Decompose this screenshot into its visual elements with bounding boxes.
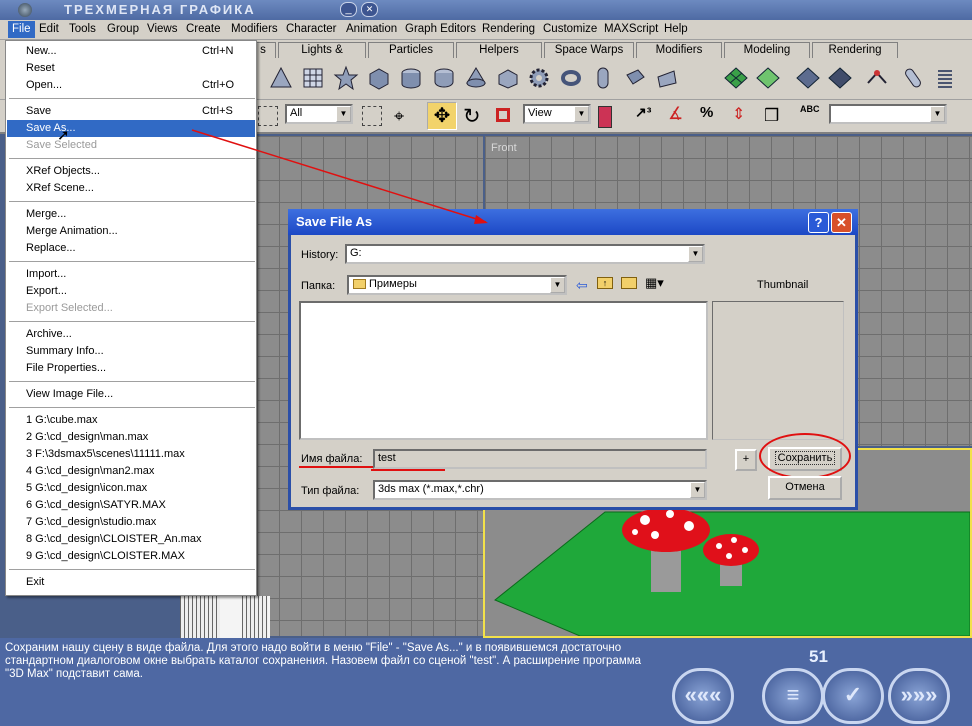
- contents-button[interactable]: ≡: [762, 668, 824, 724]
- page-number: 51: [809, 647, 828, 666]
- annotation-arrow: [191, 129, 488, 224]
- tutorial-caption: Сохраним нашу сцену в виде файла. Для эт…: [5, 642, 642, 680]
- mouse-cursor-icon: ➚: [57, 127, 70, 144]
- tutorial-panel: Сохраним нашу сцену в виде файла. Для эт…: [0, 638, 972, 726]
- next-page-button[interactable]: »»»: [888, 668, 950, 724]
- previous-page-button[interactable]: «««: [672, 668, 734, 724]
- ok-button[interactable]: ✓: [822, 668, 884, 724]
